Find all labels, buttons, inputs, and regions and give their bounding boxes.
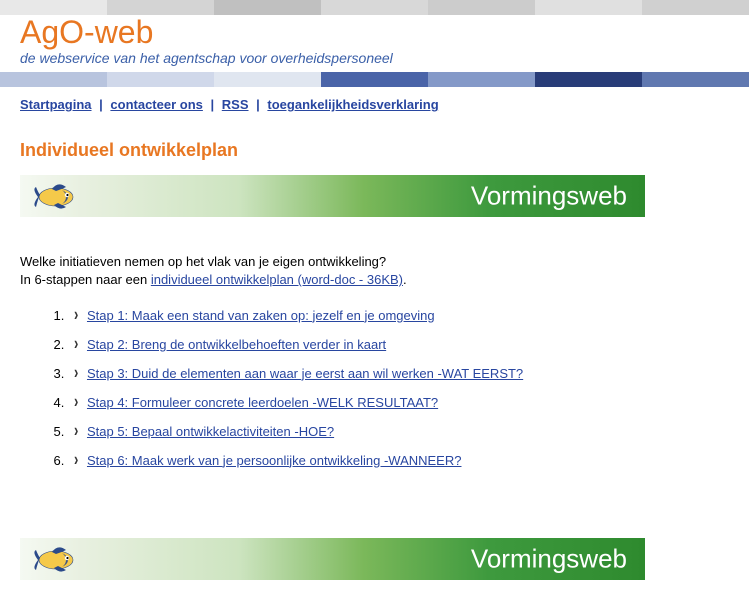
- nav-startpagina[interactable]: Startpagina: [20, 97, 92, 112]
- intro-line2-prefix: In 6-stappen naar een: [20, 272, 151, 287]
- list-item: › Stap 6: Maak werk van je persoonlijke …: [68, 453, 729, 468]
- top-decorative-stripe: [0, 0, 749, 15]
- list-item: › Stap 4: Formuleer concrete leerdoelen …: [68, 395, 729, 410]
- step-link-6[interactable]: Stap 6: Maak werk van je persoonlijke on…: [87, 453, 462, 468]
- intro-line1: Welke initiatieven nemen op het vlak van…: [20, 253, 729, 271]
- list-item: › Stap 5: Bepaal ontwikkelactiviteiten -…: [68, 424, 729, 439]
- steps-list: › Stap 1: Maak een stand van zaken op: j…: [68, 308, 729, 468]
- nav-separator: |: [252, 97, 264, 112]
- nav-rss[interactable]: RSS: [222, 97, 249, 112]
- intro-line2: In 6-stappen naar een individueel ontwik…: [20, 271, 729, 289]
- step-link-5[interactable]: Stap 5: Bepaal ontwikkelactiviteiten -HO…: [87, 424, 334, 439]
- list-item: › Stap 1: Maak een stand van zaken op: j…: [68, 308, 729, 323]
- nav-separator: |: [207, 97, 219, 112]
- chevron-right-icon: ›: [74, 303, 78, 324]
- step-link-3[interactable]: Stap 3: Duid de elementen aan waar je ee…: [87, 366, 523, 381]
- banner-title: Vormingsweb: [471, 543, 627, 574]
- intro-text: Welke initiatieven nemen op het vlak van…: [20, 253, 729, 289]
- chevron-right-icon: ›: [74, 448, 78, 469]
- chevron-right-icon: ›: [74, 419, 78, 440]
- vormingsweb-banner-bottom: Vormingsweb: [20, 538, 645, 580]
- list-item: › Stap 3: Duid de elementen aan waar je …: [68, 366, 729, 381]
- top-nav: Startpagina | contacteer ons | RSS | toe…: [0, 87, 749, 122]
- site-subtitle: de webservice van het agentschap voor ov…: [20, 50, 729, 66]
- nav-toegankelijkheidsverklaring[interactable]: toegankelijkheidsverklaring: [267, 97, 438, 112]
- intro-download-link[interactable]: individueel ontwikkelplan (word-doc - 36…: [151, 272, 403, 287]
- site-title: AgO-web: [20, 15, 729, 50]
- nav-contacteer-ons[interactable]: contacteer ons: [110, 97, 202, 112]
- chevron-right-icon: ›: [74, 390, 78, 411]
- blue-decorative-stripe: [0, 72, 749, 87]
- page-title: Individueel ontwikkelplan: [20, 140, 729, 161]
- list-item: › Stap 2: Breng de ontwikkelbehoeften ve…: [68, 337, 729, 352]
- vormingsweb-banner-top: Vormingsweb: [20, 175, 645, 217]
- fish-icon: [32, 179, 88, 213]
- intro-line2-suffix: .: [403, 272, 407, 287]
- step-link-2[interactable]: Stap 2: Breng de ontwikkelbehoeften verd…: [87, 337, 386, 352]
- banner-title: Vormingsweb: [471, 181, 627, 212]
- step-link-4[interactable]: Stap 4: Formuleer concrete leerdoelen -W…: [87, 395, 438, 410]
- step-link-1[interactable]: Stap 1: Maak een stand van zaken op: jez…: [87, 308, 435, 323]
- chevron-right-icon: ›: [74, 332, 78, 353]
- site-header: AgO-web de webservice van het agentschap…: [0, 15, 749, 72]
- fish-icon: [32, 542, 88, 576]
- nav-separator: |: [95, 97, 107, 112]
- chevron-right-icon: ›: [74, 361, 78, 382]
